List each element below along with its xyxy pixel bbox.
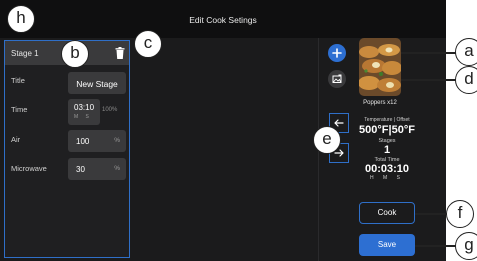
- time-label: Time: [11, 105, 28, 114]
- stages-value: 1: [383, 144, 391, 156]
- cook-button[interactable]: Cook: [359, 202, 415, 224]
- change-image-button[interactable]: [328, 70, 346, 88]
- next-stage-button[interactable]: [329, 143, 349, 163]
- trash-icon[interactable]: [115, 47, 125, 59]
- temperature-value: 500°F|50°F: [359, 124, 415, 136]
- divider: [318, 38, 319, 261]
- temperature-label: Temperature | Offset: [364, 117, 410, 123]
- recipe-image[interactable]: [359, 38, 401, 96]
- time-units: M S: [74, 114, 92, 120]
- callout-a: a: [455, 38, 477, 66]
- time-percent: 100%: [102, 107, 118, 113]
- stage-panel[interactable]: Stage 1 Title New Stage Time 03:10 M S A…: [4, 40, 130, 258]
- air-unit: %: [114, 137, 120, 144]
- callout-d: d: [455, 66, 477, 94]
- title-label: Title: [11, 76, 25, 85]
- cook-settings-screen: Edit Cook Setings Stage 1 Title New Stag…: [0, 0, 446, 261]
- arrow-left-icon: [334, 119, 344, 127]
- time-field[interactable]: 03:10 M S: [68, 99, 100, 125]
- stage-name: Stage 1: [11, 49, 39, 58]
- save-button[interactable]: Save: [359, 234, 415, 256]
- microwave-unit: %: [114, 165, 120, 172]
- microwave-field[interactable]: 30 %: [68, 158, 126, 180]
- time-value: 03:10: [74, 103, 95, 112]
- title-field[interactable]: New Stage: [68, 72, 126, 94]
- total-time-units: H M S: [370, 175, 404, 181]
- stage-header[interactable]: Stage 1: [5, 41, 129, 65]
- add-stage-button[interactable]: [328, 44, 346, 62]
- recipe-name: Poppers x12: [363, 100, 397, 106]
- arrow-right-icon: [334, 149, 344, 157]
- air-label: Air: [11, 135, 21, 144]
- page-title: Edit Cook Setings: [189, 15, 257, 25]
- recipe-summary: Temperature | Offset 500°F|50°F Stages 1…: [350, 117, 424, 181]
- top-bar: Edit Cook Setings: [0, 0, 446, 38]
- microwave-value: 30: [76, 165, 85, 174]
- air-value: 100: [76, 137, 90, 146]
- callout-f: f: [446, 200, 474, 228]
- microwave-label: Microwave: [11, 164, 47, 173]
- plus-icon: [332, 48, 342, 58]
- air-field[interactable]: 100 %: [68, 130, 126, 152]
- previous-stage-button[interactable]: [329, 113, 349, 133]
- image-edit-icon: [332, 74, 342, 83]
- callout-g: g: [455, 232, 477, 260]
- title-value: New Stage: [76, 79, 118, 89]
- total-time-value: 00:03:10: [364, 163, 410, 175]
